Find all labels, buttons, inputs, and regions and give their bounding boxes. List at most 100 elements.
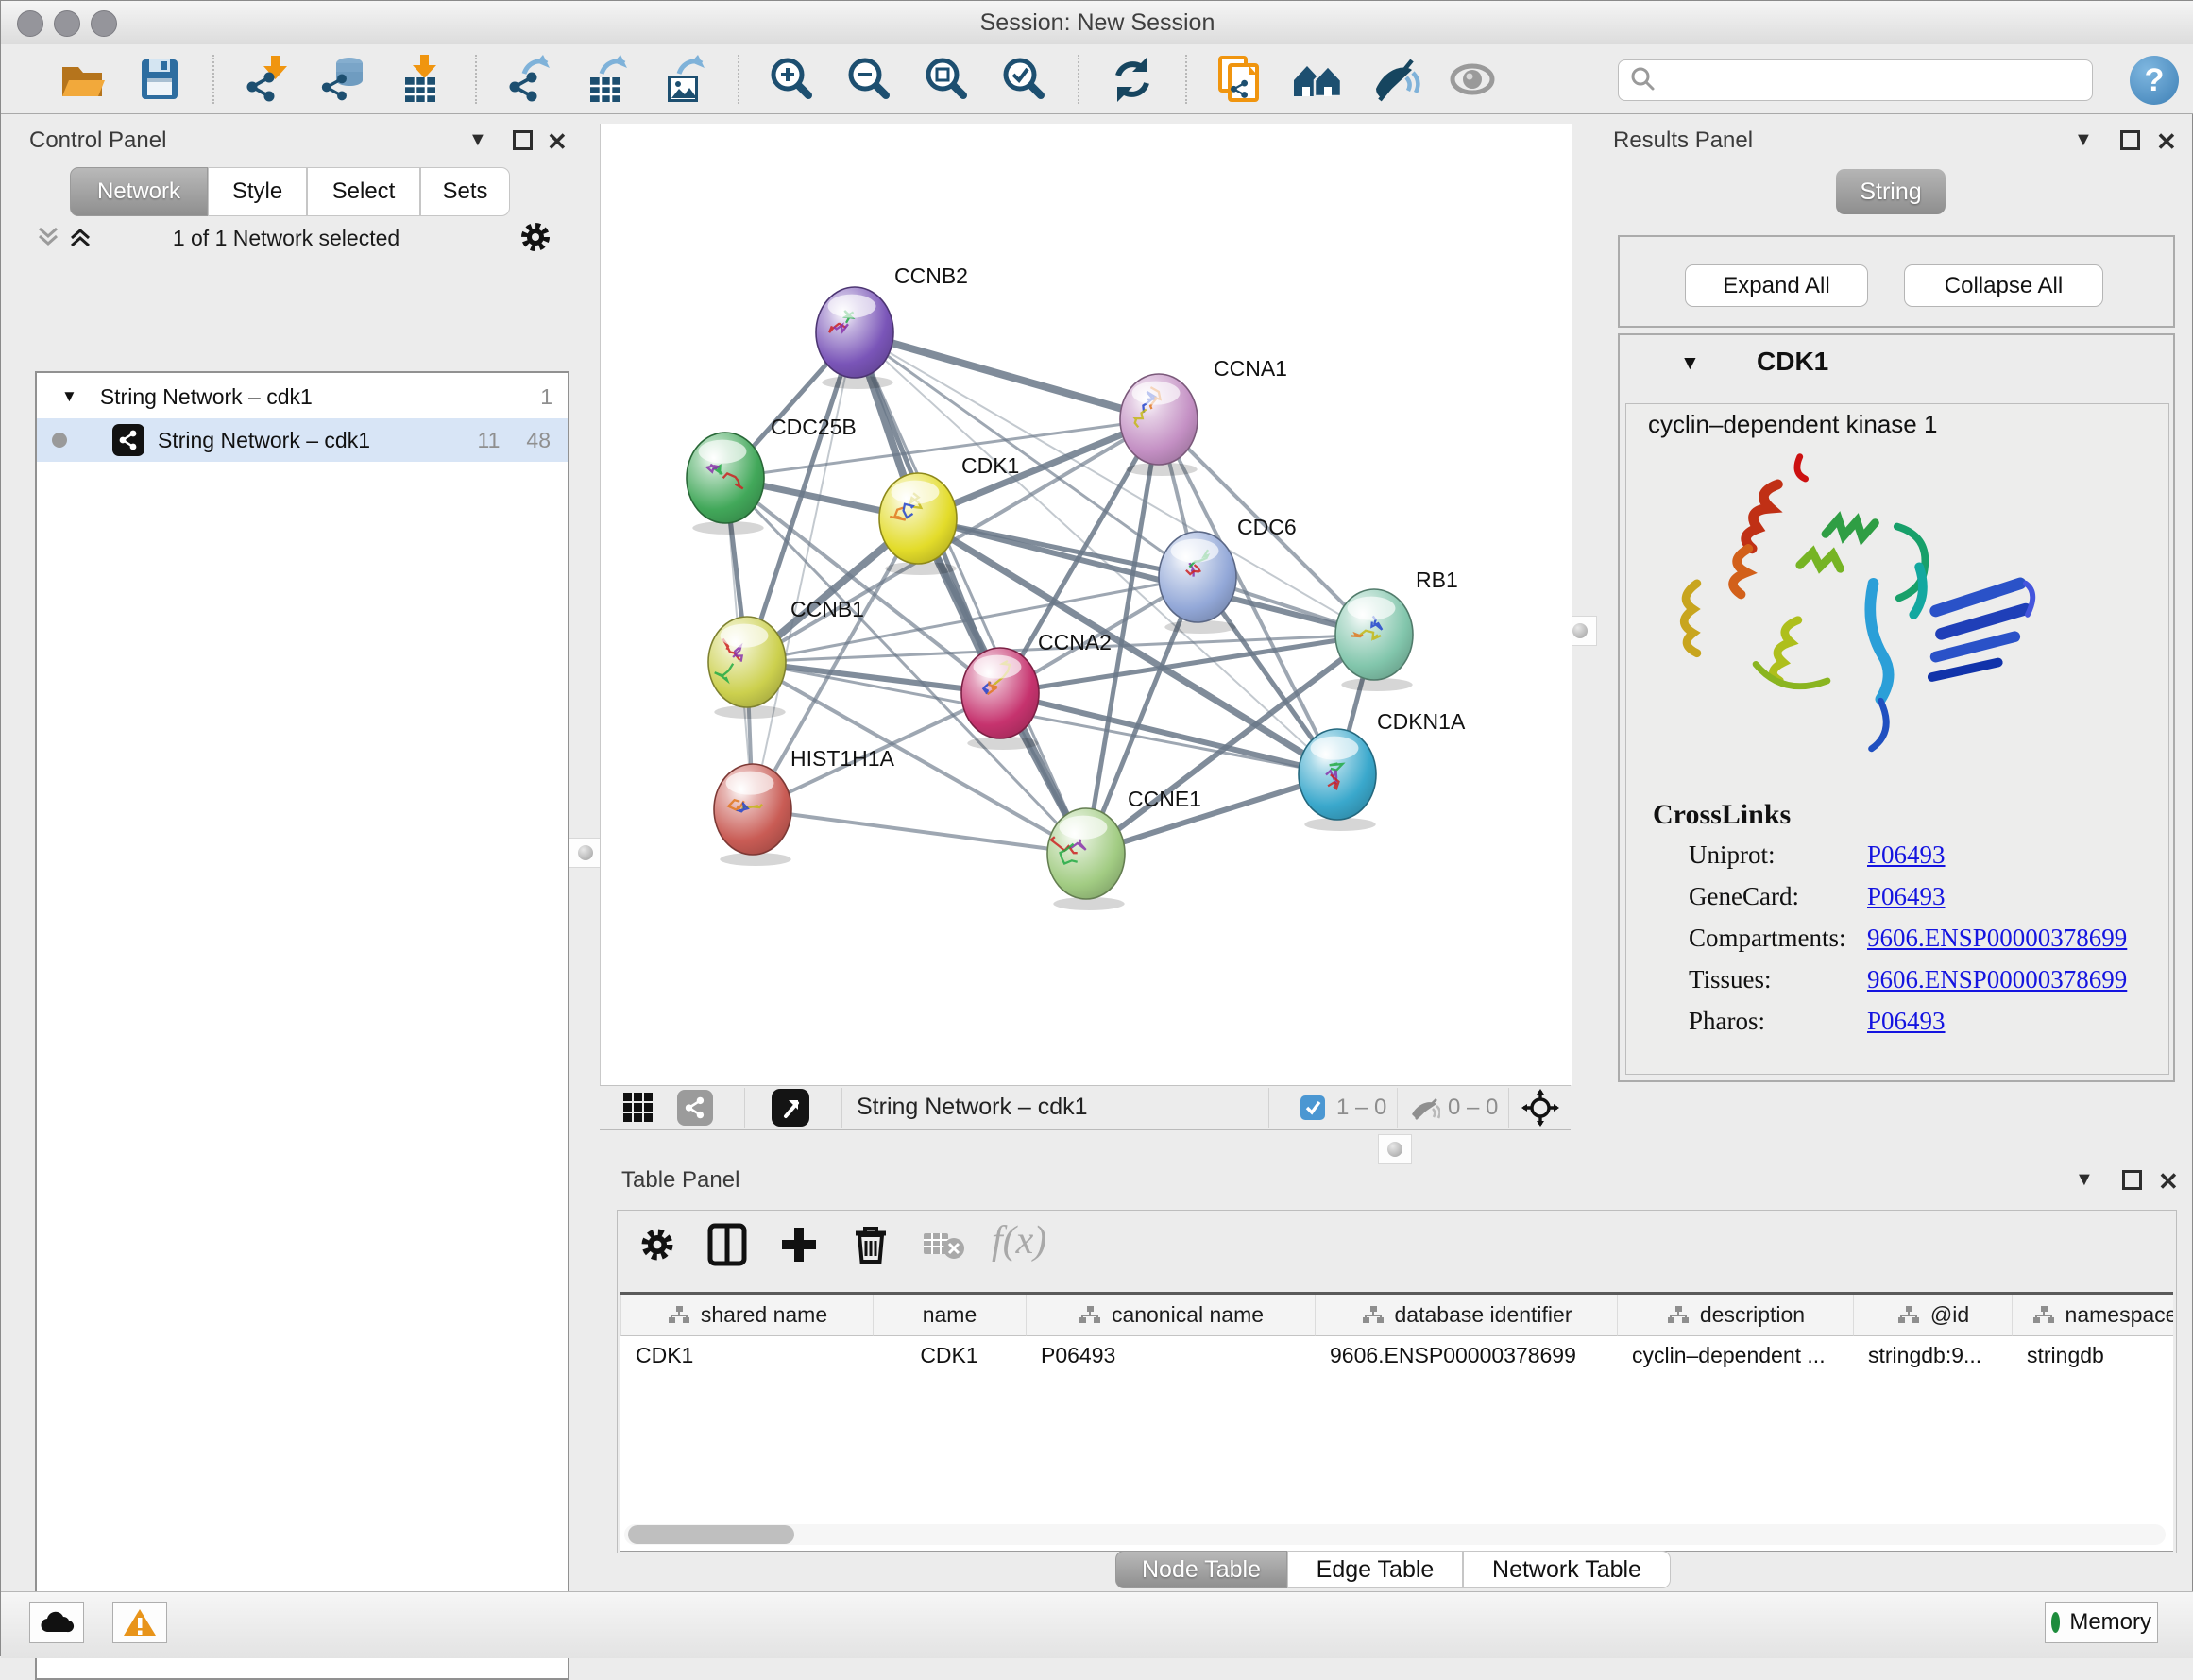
table-panel-float-icon[interactable] xyxy=(2122,1170,2142,1190)
node-RB1[interactable]: RB1 xyxy=(1335,568,1458,691)
export-image-button[interactable] xyxy=(658,53,711,106)
memory-button[interactable]: Memory xyxy=(2045,1602,2158,1643)
export-network-button[interactable] xyxy=(503,53,556,106)
edge-HIST1H1A-CCNE1[interactable] xyxy=(753,809,1086,854)
crosslink-value-link[interactable]: P06493 xyxy=(1867,1007,1946,1036)
tab-network-table[interactable]: Network Table xyxy=(1463,1551,1671,1588)
cell-database-identifier[interactable]: 9606.ENSP00000378699 xyxy=(1315,1336,1617,1374)
control-panel-close-icon[interactable]: ✕ xyxy=(547,127,568,157)
save-session-button[interactable] xyxy=(133,53,186,106)
column-header-database-identifier[interactable]: database identifier xyxy=(1315,1295,1617,1336)
column-header-shared-name[interactable]: shared name xyxy=(620,1295,873,1336)
collection-collapse-icon[interactable]: ▼ xyxy=(61,387,77,406)
edge-CCNB2-CCNA1[interactable] xyxy=(855,332,1159,419)
zoom-out-button[interactable] xyxy=(843,53,896,106)
crosslink-value-link[interactable]: P06493 xyxy=(1867,882,1946,911)
table-panel-close-icon[interactable]: ✕ xyxy=(2158,1167,2179,1196)
table-panel-menu-icon[interactable]: ▼ xyxy=(2075,1169,2094,1191)
hidden-count: 0 – 0 xyxy=(1448,1095,1498,1121)
network-row-selected[interactable]: String Network – cdk1 11 48 xyxy=(37,418,568,462)
node-CCNE1[interactable]: CCNE1 xyxy=(1047,787,1201,910)
export-table-button[interactable] xyxy=(581,53,634,106)
column-header--id[interactable]: @id xyxy=(1853,1295,2012,1336)
zoom-in-icon xyxy=(766,53,819,106)
add-column-icon[interactable] xyxy=(776,1222,822,1270)
network-canvas[interactable]: CCNB2CCNA1CDC25BCDK1CDC6RB1CCNB1CCNA2CDK… xyxy=(600,124,1572,1085)
selected-nodes-checkbox-icon[interactable] xyxy=(1300,1095,1325,1120)
collapse-all-button[interactable]: Collapse All xyxy=(1904,264,2103,307)
cell--id[interactable]: stringdb:9... xyxy=(1853,1336,2012,1374)
zoom-selected-button[interactable] xyxy=(998,53,1051,106)
cell-canonical-name[interactable]: P06493 xyxy=(1026,1336,1315,1374)
delete-column-icon[interactable] xyxy=(848,1222,893,1270)
node-CDC25B[interactable]: CDC25B xyxy=(687,415,857,535)
show-graphics-details-button[interactable] xyxy=(1446,53,1499,106)
crosslink-value-link[interactable]: 9606.ENSP00000378699 xyxy=(1867,965,2127,994)
tab-network[interactable]: Network xyxy=(70,167,208,216)
search-input[interactable] xyxy=(1657,67,2092,93)
protein-collapse-icon[interactable]: ▼ xyxy=(1680,352,1700,375)
column-header-namespace[interactable]: namespace xyxy=(2012,1295,2173,1336)
results-panel-close-icon[interactable]: ✕ xyxy=(2156,127,2177,157)
show-columns-icon[interactable] xyxy=(705,1222,750,1270)
tab-style[interactable]: Style xyxy=(208,167,307,216)
node-CDKN1A[interactable]: CDKN1A xyxy=(1299,709,1466,831)
zoom-out-icon xyxy=(843,53,896,106)
hide-graphics-details-button[interactable] xyxy=(1368,53,1421,106)
refresh-network-button[interactable] xyxy=(1106,53,1159,106)
edge-CCNB2-HIST1H1A[interactable] xyxy=(753,332,855,809)
column-header-name[interactable]: name xyxy=(873,1295,1026,1336)
zoom-fit-button[interactable] xyxy=(921,53,974,106)
import-network-database-button[interactable] xyxy=(318,53,371,106)
results-panel-float-icon[interactable] xyxy=(2120,130,2140,150)
warnings-button[interactable] xyxy=(112,1602,167,1643)
tab-select[interactable]: Select xyxy=(307,167,420,216)
cell-namespace[interactable]: stringdb xyxy=(2012,1336,2173,1374)
network-options-gear-icon[interactable] xyxy=(517,218,554,261)
control-panel-float-icon[interactable] xyxy=(513,130,533,150)
tab-sets[interactable]: Sets xyxy=(420,167,510,216)
node-CCNA1[interactable]: CCNA1 xyxy=(1120,356,1287,476)
column-header-description[interactable]: description xyxy=(1617,1295,1853,1336)
tab-string[interactable]: String xyxy=(1836,169,1946,214)
cloud-button[interactable] xyxy=(29,1602,84,1643)
network-edge-count: 48 xyxy=(526,428,551,453)
cell-shared-name[interactable]: CDK1 xyxy=(620,1336,873,1374)
node-label-CDC25B: CDC25B xyxy=(771,415,857,439)
tab-edge-table[interactable]: Edge Table xyxy=(1287,1551,1463,1588)
houses-button[interactable] xyxy=(1291,53,1344,106)
open-session-button[interactable] xyxy=(56,53,109,106)
edge-CCNB2-CCNE1[interactable] xyxy=(855,332,1086,854)
crosslink-row: Uniprot:P06493 xyxy=(1626,840,2168,882)
cell-description[interactable]: cyclin–dependent ... xyxy=(1617,1336,1853,1374)
table-hscrollbar[interactable] xyxy=(624,1524,2166,1545)
expand-all-button[interactable]: Expand All xyxy=(1685,264,1868,307)
node-label-HIST1H1A: HIST1H1A xyxy=(790,746,895,771)
crosslink-value-link[interactable]: P06493 xyxy=(1867,840,1946,870)
table-gear-icon[interactable] xyxy=(637,1224,678,1268)
control-panel-menu-icon[interactable]: ▼ xyxy=(468,129,487,151)
help-button[interactable]: ? xyxy=(2130,56,2179,105)
delete-table-icon[interactable] xyxy=(922,1228,965,1264)
zoom-in-button[interactable] xyxy=(766,53,819,106)
node-CCNB2[interactable]: CCNB2 xyxy=(816,263,968,389)
network-collection-row[interactable]: ▼ String Network – cdk1 1 xyxy=(37,375,568,418)
column-header-canonical-name[interactable]: canonical name xyxy=(1026,1295,1315,1336)
tab-node-table[interactable]: Node Table xyxy=(1115,1551,1287,1588)
birds-eye-grid-icon[interactable] xyxy=(622,1092,654,1128)
crosslink-value-link[interactable]: 9606.ENSP00000378699 xyxy=(1867,924,2127,953)
table-hscrollbar-thumb[interactable] xyxy=(628,1525,794,1544)
import-network-button[interactable] xyxy=(241,53,294,106)
node-label-CDK1: CDK1 xyxy=(961,453,1019,478)
export-view-icon[interactable] xyxy=(772,1089,809,1127)
import-table-button[interactable] xyxy=(396,53,449,106)
fit-crosshair-icon[interactable] xyxy=(1522,1089,1559,1131)
hidden-eye-icon[interactable] xyxy=(1408,1094,1440,1127)
left-splitter-handle[interactable] xyxy=(569,838,603,868)
clone-network-button[interactable] xyxy=(1214,53,1266,106)
cell-name[interactable]: CDK1 xyxy=(873,1336,1026,1374)
string-toolbar-icon[interactable] xyxy=(677,1090,713,1126)
function-builder-icon[interactable]: f(x) xyxy=(992,1218,1046,1264)
node-HIST1H1A[interactable]: HIST1H1A xyxy=(714,746,895,866)
results-panel-menu-icon[interactable]: ▼ xyxy=(2074,129,2093,151)
